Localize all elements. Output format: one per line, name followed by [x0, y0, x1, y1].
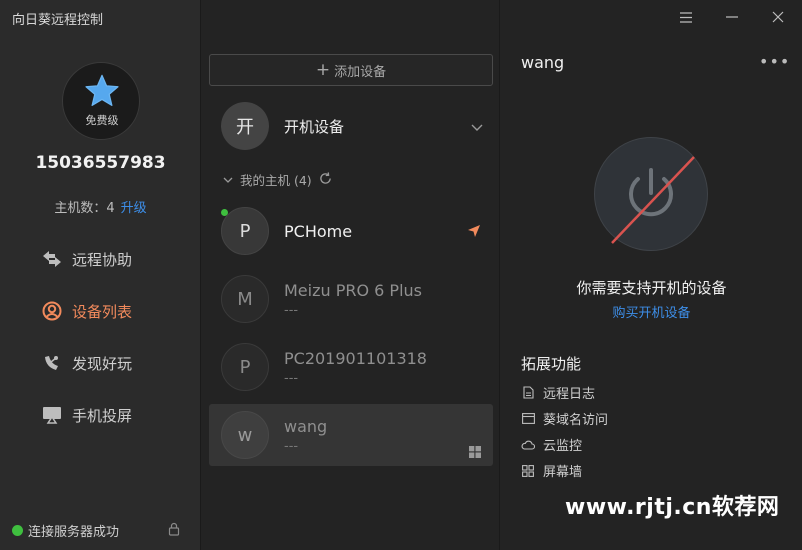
ext-label: 云监控: [543, 439, 583, 454]
window-controls: [501, 0, 802, 34]
app-title: 向日葵远程控制: [12, 13, 104, 28]
device-avatar: P: [221, 343, 269, 391]
close-icon[interactable]: [769, 8, 787, 26]
ext-item-domain-access[interactable]: 葵域名访问: [521, 409, 608, 428]
avatar[interactable]: 免费级: [62, 62, 140, 140]
document-icon: [521, 386, 535, 400]
remote-assist-icon: [41, 248, 63, 270]
add-device-label: 添加设备: [334, 64, 387, 80]
my-hosts-group[interactable]: 我的主机 (4): [223, 170, 332, 189]
ext-label: 葵域名访问: [543, 413, 609, 428]
nav-label: 发现好玩: [72, 354, 133, 373]
extensions-title: 拓展功能: [521, 355, 582, 373]
chevron-down-icon: [223, 172, 233, 187]
upgrade-link[interactable]: 升级: [121, 201, 147, 216]
account-level: 免费级: [85, 114, 119, 127]
windows-icon: [469, 446, 481, 458]
device-sub: ---: [284, 370, 299, 386]
host-count: 主机数：4 升级: [0, 197, 201, 216]
device-initial: w: [237, 424, 253, 446]
watermark: www.rjtj.cn软荐网: [565, 495, 780, 520]
nav-label: 远程协助: [72, 250, 133, 269]
remote-control-icon[interactable]: [467, 224, 481, 238]
device-item[interactable]: P PCHome: [209, 200, 493, 262]
plus-icon: +: [315, 60, 331, 80]
buy-boot-device-link[interactable]: 购买开机设备: [501, 302, 802, 321]
device-sub: ---: [284, 302, 299, 318]
browser-icon: [521, 412, 535, 426]
nav-label: 手机投屏: [72, 406, 133, 425]
host-count-value: 4: [106, 201, 115, 216]
star-icon: [85, 74, 119, 107]
screen-cast-icon: [41, 404, 63, 426]
boot-device-label: 开机设备: [284, 117, 345, 136]
device-item[interactable]: w wang ---: [209, 404, 493, 466]
nav-item-device-list[interactable]: 设备列表: [41, 298, 132, 324]
ext-item-screen-wall[interactable]: 屏幕墙: [521, 461, 582, 480]
nav-label: 设备列表: [72, 302, 133, 321]
device-name: PC201901101318: [284, 348, 427, 368]
device-name: wang: [284, 416, 328, 436]
ext-item-remote-log[interactable]: 远程日志: [521, 383, 595, 402]
boot-device-badge: 开: [221, 102, 269, 150]
ext-label: 远程日志: [543, 387, 596, 402]
device-initial: P: [239, 356, 251, 378]
connection-status: 连接服务器成功: [12, 521, 119, 540]
detail-panel: wang ••• 你需要支持开机的设备 购买开机设备 拓展功能 远程日志 葵域名…: [501, 0, 802, 550]
ext-label: 屏幕墙: [543, 465, 583, 480]
online-indicator: [221, 209, 228, 216]
menu-icon[interactable]: [677, 8, 695, 26]
grid-icon: [521, 464, 535, 478]
lock-icon[interactable]: [168, 521, 180, 540]
detail-title: wang: [521, 53, 565, 72]
device-panel: + 添加设备 开 开机设备 我的主机 (4) P PCHome M Meizu …: [201, 0, 500, 550]
device-avatar: P: [221, 207, 269, 255]
minimize-icon[interactable]: [723, 8, 741, 26]
sidebar: 向日葵远程控制 免费级 15036557983 主机数：4 升级 远程协助 设备列…: [0, 0, 201, 550]
account-phone: 15036557983: [35, 153, 166, 173]
nav-item-remote-assist[interactable]: 远程协助: [41, 246, 132, 272]
refresh-icon[interactable]: [319, 171, 332, 188]
cloud-icon: [521, 438, 535, 452]
host-count-label: 主机数：: [54, 201, 107, 216]
nav-item-discover[interactable]: 发现好玩: [41, 350, 132, 376]
device-name: PCHome: [284, 221, 353, 241]
need-boot-device-text: 你需要支持开机的设备: [576, 279, 727, 297]
nav-item-screen-cast[interactable]: 手机投屏: [41, 402, 132, 428]
boot-device-row[interactable]: 开 开机设备: [221, 101, 483, 151]
status-text: 连接服务器成功: [28, 525, 120, 540]
more-options-icon[interactable]: •••: [759, 52, 790, 71]
discover-icon: [41, 352, 63, 374]
status-dot: [12, 525, 23, 536]
add-device-button[interactable]: + 添加设备: [209, 54, 493, 86]
my-hosts-label: 我的主机 (4): [240, 173, 312, 188]
power-disabled-icon: [594, 137, 708, 251]
device-avatar: M: [221, 275, 269, 323]
device-avatar: w: [221, 411, 269, 459]
chevron-down-icon[interactable]: [471, 117, 483, 136]
device-initial: M: [237, 288, 253, 310]
device-name: Meizu PRO 6 Plus: [284, 280, 422, 300]
device-item[interactable]: M Meizu PRO 6 Plus ---: [209, 268, 493, 330]
ext-item-cloud-monitor[interactable]: 云监控: [521, 435, 582, 454]
device-initial: P: [239, 220, 251, 242]
device-list-icon: [41, 300, 63, 322]
device-sub: ---: [284, 438, 299, 454]
device-item[interactable]: P PC201901101318 ---: [209, 336, 493, 398]
